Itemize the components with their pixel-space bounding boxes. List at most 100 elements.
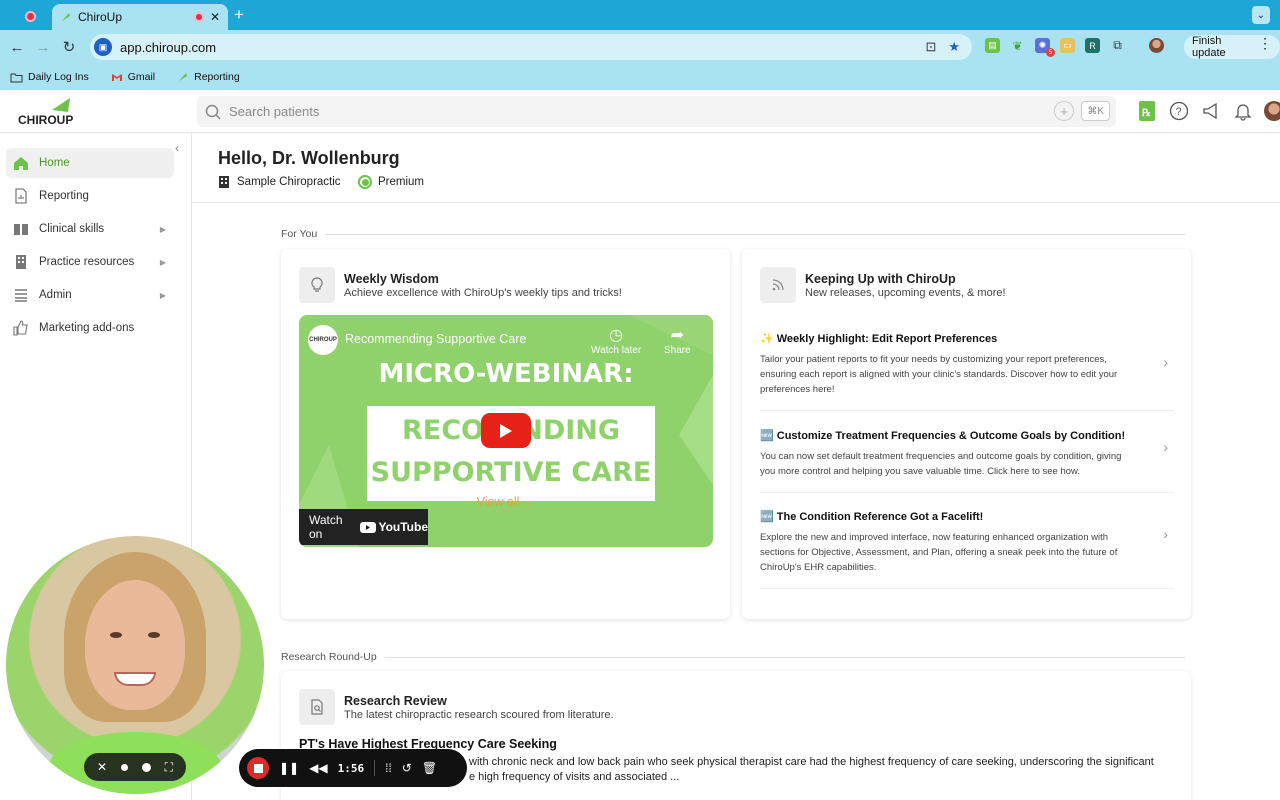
- address-bar[interactable]: ▣ app.chiroup.com ⊡ ★: [90, 34, 972, 60]
- divider: [374, 760, 376, 776]
- bell-icon[interactable]: [1232, 100, 1254, 122]
- search-bar[interactable]: + ⌘K: [197, 96, 1116, 127]
- bookmark-label: Reporting: [194, 71, 240, 83]
- sidebar-item-label: Admin: [39, 289, 72, 301]
- url-text[interactable]: app.chiroup.com: [120, 40, 925, 55]
- recording-icon: [24, 10, 36, 22]
- browser-menu-icon[interactable]: ⋮: [1258, 35, 1272, 52]
- back-button[interactable]: ←: [4, 39, 30, 56]
- watch-later-button[interactable]: ◷ Watch later: [591, 325, 641, 356]
- chiroup-favicon-icon: [62, 13, 70, 21]
- bookmark-gmail[interactable]: Gmail: [111, 71, 155, 83]
- sidebar-item-label: Home: [39, 157, 70, 169]
- forward-button[interactable]: →: [30, 39, 56, 56]
- help-icon[interactable]: ?: [1168, 100, 1190, 122]
- close-webcam-icon[interactable]: ✕: [97, 760, 107, 774]
- chiroup-logo[interactable]: CHIROUP: [18, 98, 78, 127]
- profile-avatar[interactable]: [1149, 38, 1164, 53]
- pause-icon[interactable]: ❚❚: [279, 761, 299, 775]
- browser-tab-strip: ChiroUp ✕ + ⌄: [0, 0, 1280, 30]
- sidebar-item-label: Practice resources: [39, 256, 135, 268]
- list-icon: [12, 286, 30, 304]
- sidebar-item-practice-resources[interactable]: Practice resources ▶: [6, 247, 174, 277]
- news-item[interactable]: 🆕 The Condition Reference Got a Facelift…: [760, 510, 1174, 589]
- site-info-icon[interactable]: ▣: [94, 38, 112, 56]
- tab-recording-icon: [193, 12, 204, 22]
- card-subtitle: The latest chiropractic research scoured…: [344, 709, 614, 721]
- search-input[interactable]: [229, 104, 929, 119]
- tab-chiroup[interactable]: ChiroUp ✕: [52, 4, 228, 30]
- chevron-right-icon: ›: [1163, 354, 1168, 370]
- view-all-link[interactable]: View all →: [281, 495, 731, 509]
- channel-logo[interactable]: CHIROUP: [308, 325, 338, 355]
- extensions-puzzle-icon[interactable]: ⧉: [1110, 38, 1125, 53]
- watch-on-youtube-button[interactable]: Watch on YouTube: [299, 509, 428, 545]
- megaphone-icon[interactable]: [1200, 100, 1222, 122]
- install-app-icon[interactable]: ⊡: [925, 39, 936, 55]
- chevron-right-icon: ›: [1163, 526, 1168, 542]
- collapse-sidebar-icon[interactable]: ‹: [175, 141, 179, 155]
- youtube-icon: [360, 521, 377, 533]
- close-tab-icon[interactable]: ✕: [210, 10, 220, 24]
- keeping-up-card: Keeping Up with ChiroUp New releases, up…: [742, 249, 1191, 619]
- tab-search-button[interactable]: ⌄: [1252, 6, 1270, 24]
- extension-icon-3[interactable]: ✺ 5: [1035, 38, 1055, 57]
- card-subtitle: Achieve excellence with ChiroUp's weekly…: [344, 287, 622, 299]
- folder-icon: [10, 73, 23, 82]
- trash-icon[interactable]: 🗑: [422, 761, 437, 775]
- section-title: For You: [281, 228, 318, 240]
- rx-icon[interactable]: ℞: [1136, 100, 1158, 122]
- bookmark-reporting[interactable]: Reporting: [177, 71, 240, 83]
- extension-icon-4[interactable]: ▭: [1060, 38, 1075, 53]
- news-description: Explore the new and improved interface, …: [760, 532, 1118, 573]
- fullscreen-icon[interactable]: ⛶: [165, 760, 173, 775]
- webcam-eye: [148, 632, 160, 638]
- restart-icon[interactable]: ↺: [402, 761, 412, 775]
- large-size-button[interactable]: [141, 762, 151, 772]
- plan-name: Premium: [378, 176, 425, 188]
- extension-icon-5[interactable]: R: [1085, 38, 1100, 53]
- extension-icon-1[interactable]: ▤: [985, 38, 1000, 53]
- video-title[interactable]: Recommending Supportive Care: [345, 332, 526, 346]
- clinic-selector[interactable]: Sample Chiropractic: [218, 175, 341, 189]
- bookmark-daily-log-ins[interactable]: Daily Log Ins: [10, 71, 89, 83]
- search-icon: [205, 104, 221, 120]
- chiroup-logo-mark: CHIROUP: [18, 98, 73, 127]
- sidebar-item-admin[interactable]: Admin ▶: [6, 280, 174, 310]
- tab-title: ChiroUp: [78, 10, 123, 24]
- news-item[interactable]: ✨ Weekly Highlight: Edit Report Preferen…: [760, 332, 1174, 411]
- watch-later-label: Watch later: [591, 345, 642, 356]
- sidebar-item-marketing-add-ons[interactable]: Marketing add-ons: [6, 313, 174, 343]
- weekly-wisdom-card: Weekly Wisdom Achieve excellence with Ch…: [281, 249, 730, 619]
- sidebar-item-clinical-skills[interactable]: Clinical skills ▶: [6, 214, 174, 244]
- page-title: Hello, Dr. Wollenburg: [218, 148, 400, 168]
- screen: { "browser": { "active_tab_title": "Chir…: [0, 0, 1280, 800]
- plan-badge: Premium: [358, 175, 424, 189]
- news-item[interactable]: 🆕 Customize Treatment Frequencies & Outc…: [760, 429, 1174, 493]
- section-divider: [325, 233, 1186, 235]
- news-title: 🆕 Customize Treatment Frequencies & Outc…: [760, 430, 1126, 442]
- sidebar-item-reporting[interactable]: Reporting: [6, 181, 174, 211]
- extension-icon-2[interactable]: ❦: [1010, 38, 1025, 53]
- bookmark-star-icon[interactable]: ★: [948, 39, 960, 55]
- reload-button[interactable]: ↻: [56, 38, 82, 56]
- for-you-section-label: For You: [281, 228, 1186, 240]
- add-patient-button[interactable]: +: [1054, 101, 1074, 121]
- rewind-icon[interactable]: ◀◀: [309, 761, 327, 775]
- video-line-2: SUPPORTIVE CARE: [370, 457, 652, 488]
- new-tab-button[interactable]: +: [232, 5, 246, 25]
- user-avatar[interactable]: [1264, 101, 1280, 121]
- sidebar-item-home[interactable]: Home: [6, 148, 174, 178]
- grid-icon[interactable]: ⁞⁞: [385, 761, 392, 775]
- recording-tab[interactable]: [10, 6, 50, 26]
- caret-right-icon: ▶: [159, 257, 166, 267]
- small-size-button[interactable]: [120, 763, 128, 771]
- share-button[interactable]: ➦ Share: [664, 325, 691, 356]
- stop-recording-button[interactable]: [247, 757, 269, 779]
- video-embed[interactable]: CHIROUP Recommending Supportive Care ◷ Wa…: [299, 315, 713, 547]
- bookmark-label: Daily Log Ins: [28, 71, 89, 83]
- clinic-name: Sample Chiropractic: [237, 176, 341, 188]
- browser-toolbar: ← → ↻ ▣ app.chiroup.com ⊡ ★ ▤ ❦ ✺ 5 ▭ R ⧉…: [0, 30, 1280, 64]
- card-subtitle: New releases, upcoming events, & more!: [805, 287, 1006, 299]
- play-button[interactable]: [481, 413, 531, 448]
